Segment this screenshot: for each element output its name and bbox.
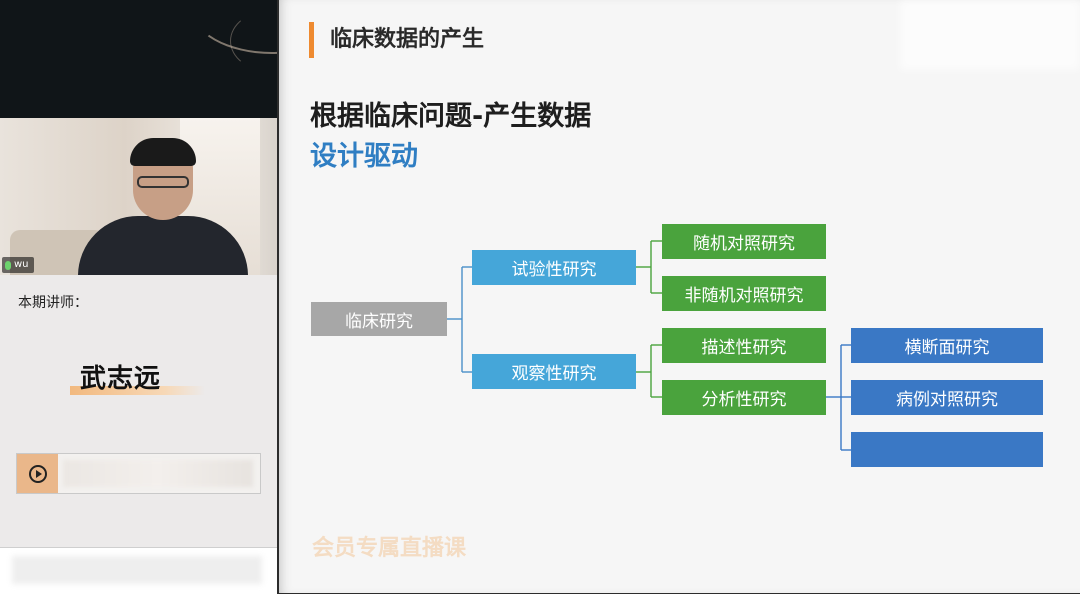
left-panel: wu 本期讲师： 武志远	[0, 0, 277, 594]
node-randomized-controlled: 随机对照研究	[662, 224, 826, 259]
microphone-icon	[5, 260, 11, 270]
lecturer-name: 武志远	[80, 364, 162, 394]
webcam-video	[0, 118, 277, 275]
node-case-control: 病例对照研究	[851, 380, 1043, 415]
audio-player[interactable]	[16, 453, 261, 494]
participant-name-tag: wu	[2, 257, 34, 273]
node-experimental-research: 试验性研究	[472, 250, 636, 285]
node-observational-research: 观察性研究	[472, 354, 636, 389]
node-clinical-research: 临床研究	[311, 302, 447, 336]
top-dark-banner	[0, 0, 277, 118]
node-third-analytic-blank	[851, 432, 1043, 467]
play-icon	[28, 464, 47, 483]
node-analytical-research: 分析性研究	[662, 380, 826, 415]
node-cross-sectional: 横断面研究	[851, 328, 1043, 363]
bottom-strip	[0, 547, 277, 594]
player-track-blurred	[63, 460, 253, 487]
node-non-randomized-controlled: 非随机对照研究	[662, 276, 826, 311]
lecturer-label: 本期讲师：	[18, 295, 88, 311]
presentation-slide: 临床数据的产生 根据临床问题-产生数据 设计驱动 临床研究 试验性研究 观察性研…	[279, 0, 1080, 593]
node-descriptive-research: 描述性研究	[662, 328, 826, 363]
participant-name: wu	[14, 259, 29, 270]
play-button[interactable]	[17, 454, 58, 493]
watermark-text: 会员专属直播课	[312, 536, 467, 561]
